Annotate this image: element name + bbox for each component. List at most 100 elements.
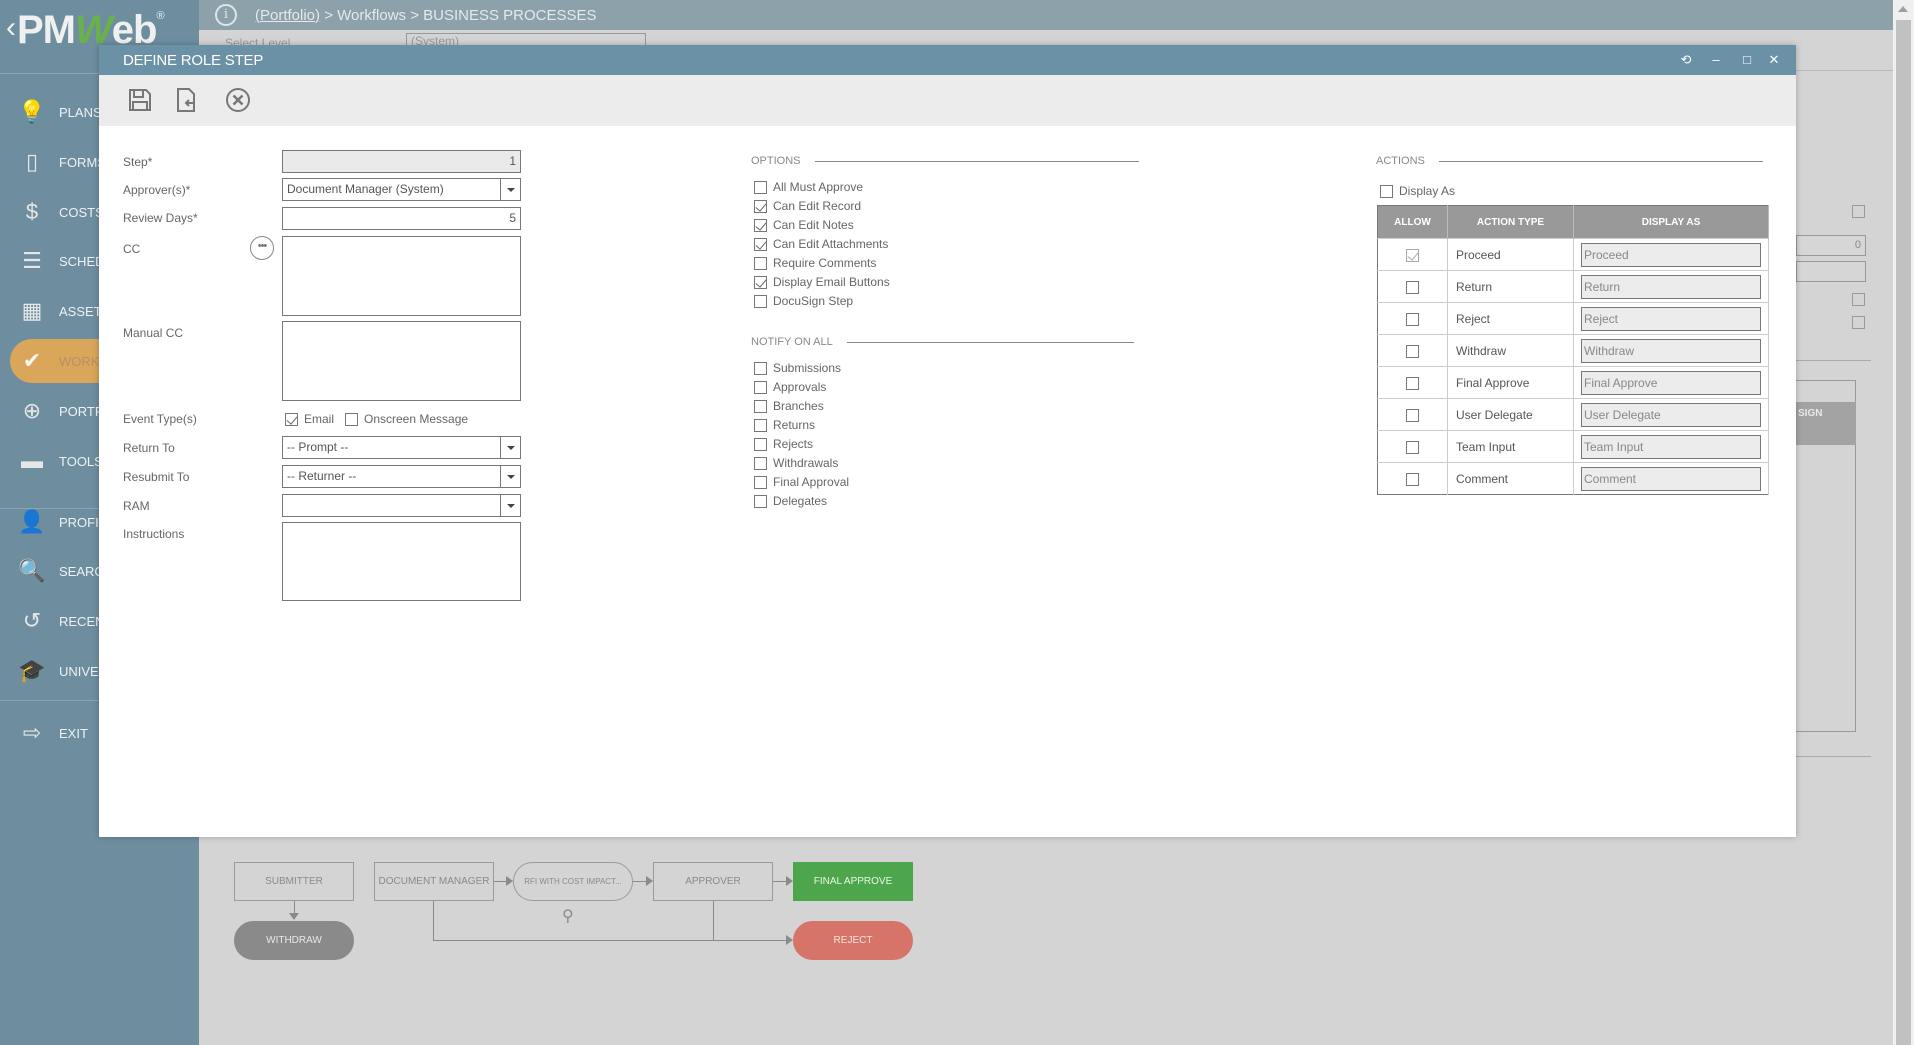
chevron-down-icon[interactable] — [500, 466, 520, 487]
maximize-icon[interactable]: □ — [1737, 50, 1757, 70]
allow-checkbox[interactable] — [1406, 344, 1419, 358]
notify-option[interactable]: Submissions — [754, 360, 841, 376]
option-option[interactable]: Can Edit Attachments — [754, 236, 888, 252]
notify-option[interactable]: Final Approval — [754, 474, 849, 490]
option-checkbox[interactable] — [754, 275, 767, 289]
instructions-textarea[interactable] — [282, 522, 521, 601]
cc-textarea[interactable] — [282, 236, 521, 316]
notify-option[interactable]: Rejects — [754, 436, 813, 452]
ram-dropdown[interactable] — [282, 494, 521, 517]
step-field[interactable]: 1 — [282, 150, 521, 173]
display-as-field[interactable]: Final Approve — [1581, 370, 1761, 395]
chevron-down-icon[interactable] — [500, 179, 520, 200]
option-checkbox[interactable] — [754, 256, 767, 270]
option-option[interactable]: DocuSign Step — [754, 293, 853, 309]
bg-number-field[interactable]: 0 — [1796, 235, 1866, 256]
display-as-field[interactable]: Comment — [1581, 466, 1761, 491]
bg-checkbox[interactable] — [1852, 316, 1865, 329]
node-reject[interactable]: REJECT — [793, 921, 913, 960]
option-option[interactable]: Can Edit Record — [754, 198, 861, 214]
refresh-icon[interactable]: ⟲ — [1676, 50, 1696, 70]
notify-checkbox[interactable] — [754, 418, 767, 432]
save-button[interactable] — [127, 87, 153, 113]
page-scrollbar[interactable] — [1893, 0, 1914, 1045]
bg-checkbox[interactable] — [1852, 293, 1865, 306]
display-as-field[interactable]: Return — [1581, 274, 1761, 299]
scroll-up-arrow-icon[interactable] — [1898, 6, 1908, 12]
notify-checkbox[interactable] — [754, 475, 767, 489]
notify-option[interactable]: Branches — [754, 398, 824, 414]
allow-checkbox[interactable] — [1406, 312, 1419, 326]
notify-checkbox[interactable] — [754, 380, 767, 394]
display-as-field[interactable]: Proceed — [1581, 242, 1761, 267]
sidebar-item-label: EXIT — [59, 725, 88, 741]
top-bar: i (Portfolio) > Workflows > BUSINESS PRO… — [199, 0, 1893, 30]
option-checkbox[interactable] — [754, 199, 767, 213]
node-final-approve[interactable]: FINAL APPROVE — [793, 862, 913, 901]
option-option[interactable]: Can Edit Notes — [754, 217, 854, 233]
notify-checkbox[interactable] — [754, 437, 767, 451]
notify-option[interactable]: Delegates — [754, 493, 827, 509]
display-as-field[interactable]: Team Input — [1581, 434, 1761, 459]
bg-checkbox[interactable] — [1852, 205, 1865, 218]
node-approver[interactable]: APPROVER — [653, 862, 773, 901]
close-icon[interactable]: ✕ — [1764, 50, 1784, 70]
allow-checkbox[interactable] — [1406, 408, 1419, 422]
option-label: Require Comments — [773, 256, 877, 270]
allow-cell — [1377, 302, 1448, 335]
node-rfi-with-cost-impact[interactable]: RFI WITH COST IMPACT... — [513, 862, 633, 901]
notify-option[interactable]: Approvals — [754, 379, 826, 395]
event-onscreen-checkbox[interactable] — [345, 412, 358, 426]
hierarchy-icon[interactable]: ⚲ — [562, 906, 574, 926]
notify-checkbox[interactable] — [754, 456, 767, 470]
manual-cc-label: Manual CC — [123, 326, 184, 340]
notify-checkbox[interactable] — [754, 361, 767, 375]
event-email-option[interactable]: Email — [285, 411, 334, 427]
display-as-field[interactable]: Withdraw — [1581, 338, 1761, 363]
save-and-close-button[interactable] — [173, 87, 199, 113]
connector — [494, 881, 506, 882]
option-checkbox[interactable] — [754, 218, 767, 232]
node-submitter[interactable]: SUBMITTER — [234, 862, 354, 901]
cc-picker-button[interactable]: ••• — [250, 236, 274, 260]
notify-option[interactable]: Returns — [754, 417, 815, 433]
notify-checkbox[interactable] — [754, 399, 767, 413]
back-chevron-icon[interactable]: ‹ — [6, 11, 16, 44]
display-as-field[interactable]: Reject — [1581, 306, 1761, 331]
resubmit-to-dropdown[interactable]: -- Returner -- — [282, 465, 521, 488]
notify-checkbox[interactable] — [754, 494, 767, 508]
display-as-field[interactable]: User Delegate — [1581, 402, 1761, 427]
dialog-title-bar[interactable]: DEFINE ROLE STEP ⟲ – □ ✕ — [99, 45, 1796, 75]
option-option[interactable]: Display Email Buttons — [754, 274, 890, 290]
allow-checkbox[interactable] — [1406, 472, 1419, 486]
chevron-down-icon[interactable] — [500, 437, 520, 458]
option-checkbox[interactable] — [754, 237, 767, 251]
event-onscreen-option[interactable]: Onscreen Message — [345, 411, 468, 427]
event-email-checkbox[interactable] — [285, 412, 298, 426]
bg-dropdown[interactable] — [1796, 261, 1866, 282]
option-option[interactable]: Require Comments — [754, 255, 876, 271]
allow-checkbox[interactable] — [1406, 376, 1419, 390]
options-heading: OPTIONS — [751, 155, 1139, 167]
node-document-manager[interactable]: DOCUMENT MANAGER — [374, 862, 494, 901]
info-icon[interactable]: i — [215, 4, 237, 26]
minimize-icon[interactable]: – — [1706, 50, 1726, 70]
chevron-down-icon[interactable] — [500, 495, 520, 516]
node-withdraw[interactable]: WITHDRAW — [234, 921, 354, 960]
option-checkbox[interactable] — [754, 294, 767, 308]
option-checkbox[interactable] — [754, 180, 767, 194]
notify-option[interactable]: Withdrawals — [754, 455, 838, 471]
breadcrumb-portfolio-link[interactable]: (Portfolio) — [255, 7, 320, 24]
manual-cc-textarea[interactable] — [282, 321, 521, 401]
allow-checkbox[interactable] — [1406, 280, 1419, 294]
display-as-cell: Comment — [1573, 462, 1769, 495]
return-to-dropdown[interactable]: -- Prompt -- — [282, 436, 521, 459]
cancel-button[interactable] — [225, 87, 251, 113]
option-option[interactable]: All Must Approve — [754, 179, 863, 195]
allow-checkbox[interactable] — [1406, 440, 1419, 454]
scrollbar-thumb[interactable] — [1896, 20, 1911, 1045]
display-as-checkbox[interactable] — [1380, 184, 1393, 198]
approvers-dropdown[interactable]: Document Manager (System) — [282, 178, 521, 201]
display-as-option[interactable]: Display As — [1380, 183, 1455, 199]
review-days-field[interactable]: 5 — [282, 207, 521, 230]
